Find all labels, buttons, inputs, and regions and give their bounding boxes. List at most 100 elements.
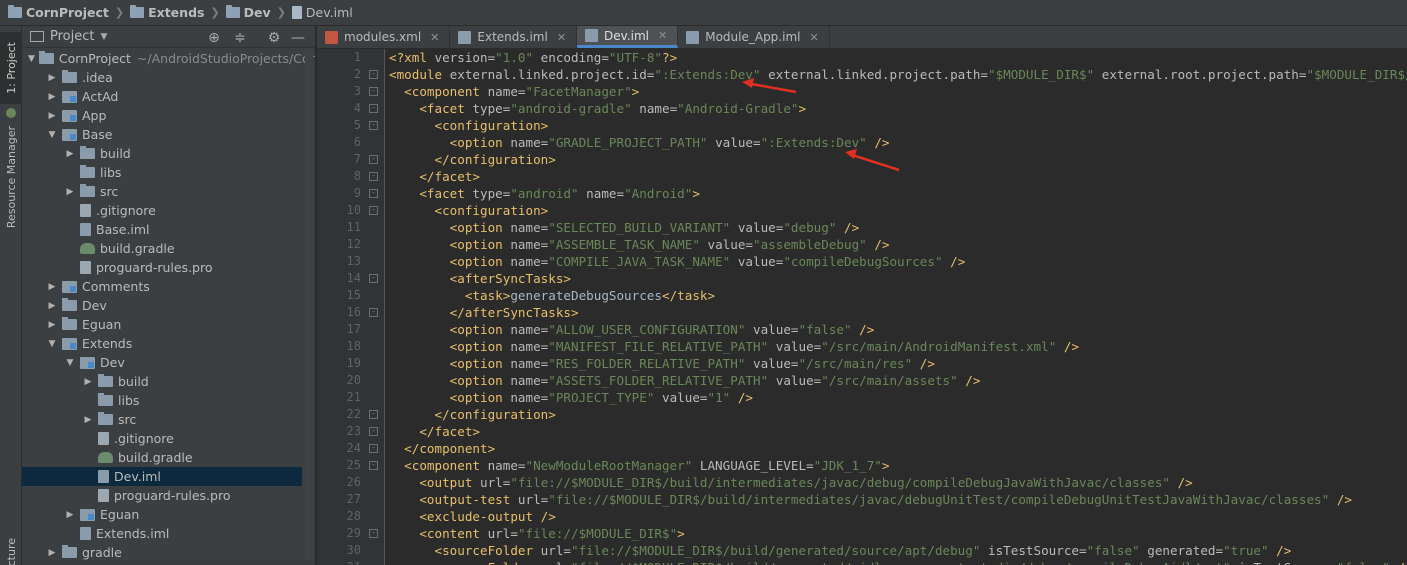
fold-marker-icon[interactable]: - [369, 206, 378, 215]
code-editor[interactable]: <?xml version="1.0" encoding="UTF-8"?> <m… [386, 49, 1407, 565]
tree-item[interactable]: proguard-rules.pro [22, 258, 302, 277]
gear-icon[interactable]: ⚙ [266, 30, 282, 46]
tree-item[interactable]: ▶ Eguan [22, 505, 302, 524]
code-token: /> [942, 254, 966, 269]
fold-marker-icon[interactable]: - [369, 461, 378, 470]
expand-arrow-down-icon[interactable]: ▼ [46, 130, 58, 140]
expand-arrow-right-icon[interactable]: ▶ [64, 149, 76, 159]
tree-item[interactable]: ▶ build [22, 372, 302, 391]
fold-marker-icon[interactable]: - [369, 155, 378, 164]
project-view-selector[interactable]: Project [50, 29, 94, 44]
fold-marker-icon[interactable]: - [369, 444, 378, 453]
fold-marker-icon[interactable]: - [369, 529, 378, 538]
collapse-all-icon[interactable]: ≑ [232, 30, 248, 46]
expand-arrow-right-icon[interactable]: ▶ [46, 282, 58, 292]
hide-panel-icon[interactable]: — [290, 30, 306, 46]
fold-marker-icon[interactable]: - [369, 70, 378, 79]
editor-tab[interactable]: modules.xml ✕ [317, 26, 451, 48]
expand-arrow-right-icon[interactable]: ▶ [46, 320, 58, 330]
editor-tab[interactable]: Dev.iml ✕ [577, 26, 679, 48]
code-token: generateDebugSources [510, 288, 662, 303]
fold-marker-icon[interactable]: - [369, 189, 378, 198]
tree-item[interactable]: libs [22, 163, 302, 182]
line-number: 11 [346, 220, 361, 234]
tool-tab-project[interactable]: 1: Project [0, 32, 22, 104]
close-icon[interactable]: ✕ [809, 31, 818, 44]
breadcrumb-item-extends[interactable]: Extends ❯ [130, 5, 220, 20]
code-line: <option name="RES_FOLDER_RELATIVE_PATH" … [389, 355, 935, 372]
close-icon[interactable]: ✕ [430, 31, 439, 44]
tree-item[interactable]: .gitignore [22, 429, 302, 448]
expand-arrow-down-icon[interactable]: ▼ [46, 339, 58, 349]
close-icon[interactable]: ✕ [557, 31, 566, 44]
code-token: name= [487, 84, 526, 99]
tree-item[interactable]: ▶ gradle [22, 543, 302, 562]
expand-arrow-right-icon[interactable]: ▶ [46, 73, 58, 83]
tree-item[interactable]: ▶ src [22, 410, 302, 429]
expand-arrow-right-icon[interactable]: ▶ [46, 301, 58, 311]
code-token: value= [745, 356, 799, 371]
tree-item[interactable]: Extends.iml [22, 524, 302, 543]
chevron-down-icon[interactable]: ▼ [100, 32, 107, 42]
tree-item[interactable]: libs [22, 391, 302, 410]
tool-tab-resource-manager[interactable]: Resource Manager [0, 118, 22, 236]
tree-item[interactable]: ▼ Base [22, 125, 302, 144]
tree-item[interactable]: ▶ Dev [22, 296, 302, 315]
expand-arrow-right-icon[interactable]: ▶ [82, 377, 94, 387]
tree-item[interactable]: ▶ ActAd [22, 87, 302, 106]
expand-arrow-right-icon[interactable]: ▶ [82, 415, 94, 425]
tree-item[interactable]: Base.iml [22, 220, 302, 239]
chevron-right-icon: ❯ [210, 6, 220, 19]
fold-marker-icon[interactable]: - [369, 274, 378, 283]
tree-item[interactable]: ▶ .idea [22, 68, 302, 87]
folder-icon [98, 393, 113, 406]
expand-arrow-right-icon[interactable]: ▶ [46, 92, 58, 102]
tree-item[interactable]: ▼ Extends [22, 334, 302, 353]
tree-item[interactable]: ▶ src [22, 182, 302, 201]
fold-marker-icon[interactable]: - [369, 104, 378, 113]
breadcrumb-item-dev[interactable]: Dev ❯ [225, 5, 286, 20]
tree-item[interactable]: proguard-rules.pro [22, 486, 302, 505]
module-icon [62, 109, 77, 122]
tree-item[interactable]: Dev.iml [22, 467, 302, 486]
tree-item[interactable]: ▶ Comments [22, 277, 302, 296]
locate-icon[interactable]: ⊕ [206, 30, 222, 46]
expand-arrow-right-icon[interactable]: ▶ [64, 187, 76, 197]
expand-arrow-right-icon[interactable]: ▶ [46, 111, 58, 121]
code-token: ?> [662, 50, 678, 65]
tree-item[interactable]: .gitignore [22, 201, 302, 220]
code-token: "JDK_1_7" [813, 458, 882, 473]
fold-marker-icon[interactable]: - [369, 308, 378, 317]
fold-marker-icon[interactable]: - [369, 87, 378, 96]
tree-item[interactable]: ▶ App [22, 106, 302, 125]
fold-marker-icon[interactable]: - [369, 121, 378, 130]
fold-marker-icon[interactable]: - [369, 427, 378, 436]
tree-item[interactable]: ▶ build [22, 144, 302, 163]
code-token: </configuration> [434, 407, 556, 422]
expand-arrow-down-icon[interactable]: ▼ [28, 54, 35, 64]
breadcrumb-item-dev-iml[interactable]: Dev.iml [291, 5, 353, 20]
code-token: name= [578, 186, 625, 201]
tree-item[interactable]: build.gradle [22, 239, 302, 258]
scrollbar[interactable] [305, 50, 313, 560]
tree-item[interactable]: ▼ Dev [22, 353, 302, 372]
expand-arrow-right-icon[interactable]: ▶ [64, 510, 76, 520]
code-token: "false" [1337, 560, 1390, 565]
tree-item[interactable]: ▼ CornProject ~/AndroidStudioProjects/Cor [22, 49, 315, 68]
breadcrumb-item-cornproject[interactable]: CornProject ❯ [8, 5, 124, 20]
editor-tab[interactable]: Module_App.iml ✕ [678, 26, 830, 48]
expand-arrow-right-icon[interactable]: ▶ [46, 548, 58, 558]
line-number: 24 [346, 441, 361, 455]
expand-arrow-down-icon[interactable]: ▼ [64, 358, 76, 368]
tree-item[interactable]: ▶ Eguan [22, 315, 302, 334]
close-icon[interactable]: ✕ [658, 29, 667, 42]
folder-icon [225, 5, 240, 18]
fold-marker-icon[interactable]: - [369, 172, 378, 181]
tool-tab-structure[interactable]: ucture [0, 536, 22, 565]
code-token: "MANIFEST_FILE_RELATIVE_PATH" [548, 339, 769, 354]
tree-item[interactable]: build.gradle [22, 448, 302, 467]
fold-marker-icon[interactable]: - [369, 410, 378, 419]
editor-tab[interactable]: Extends.iml ✕ [450, 26, 578, 48]
